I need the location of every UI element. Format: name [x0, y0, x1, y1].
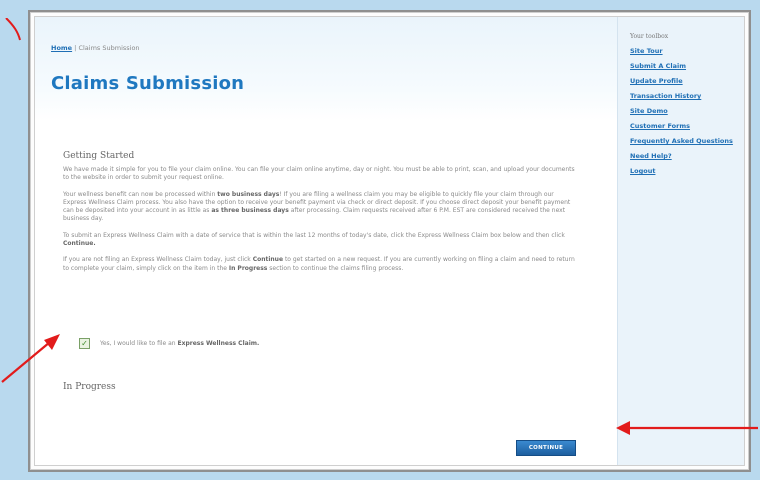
- toolbox-faq-link[interactable]: Frequently Asked Questions: [630, 137, 748, 146]
- express-text-b: Continue.: [63, 240, 96, 248]
- toolbox-list: Site Tour Submit A Claim Update Profile …: [630, 47, 748, 183]
- continue-text-a: If you are not filing an Express Wellnes…: [63, 256, 253, 264]
- continue-text-b: Continue: [252, 256, 284, 264]
- toolbox-title: Your toolbox: [630, 33, 669, 40]
- toolbox-logout-link[interactable]: Logout: [630, 167, 748, 176]
- getting-started-section: Getting Started We have made it simple f…: [63, 151, 575, 281]
- toolbox-need-help-link[interactable]: Need Help?: [630, 152, 748, 161]
- in-progress-heading: In Progress: [63, 382, 116, 392]
- arrow-top-left-icon: [5, 18, 21, 41]
- express-label-b: Express Wellness Claim.: [177, 340, 260, 347]
- toolbox-site-tour-link[interactable]: Site Tour: [630, 47, 748, 56]
- browser-frame: Home | Claims Submission Claims Submissi…: [28, 10, 751, 472]
- toolbox-submit-claim-link[interactable]: Submit A Claim: [630, 62, 748, 71]
- toolbox-site-demo-link[interactable]: Site Demo: [630, 107, 748, 116]
- header-band: [35, 17, 617, 121]
- wellness-text-d: as three business days: [211, 207, 289, 215]
- toolbox-update-profile-link[interactable]: Update Profile: [630, 77, 748, 86]
- intro-paragraph: We have made it simple for you to file y…: [63, 166, 575, 182]
- express-text-a: To submit an Express Wellness Claim with…: [63, 231, 565, 239]
- express-label-a: Yes, I would like to file an: [100, 340, 178, 347]
- page-container: Home | Claims Submission Claims Submissi…: [34, 16, 745, 466]
- continue-text-d: In Progress: [228, 264, 268, 272]
- wellness-text-a: Your wellness benefit can now be process…: [63, 190, 218, 198]
- main-content: Home | Claims Submission Claims Submissi…: [35, 17, 617, 465]
- toolbox-transaction-history-link[interactable]: Transaction History: [630, 92, 748, 101]
- breadcrumb-separator: |: [74, 44, 77, 52]
- continue-instructions-paragraph: If you are not filing an Express Wellnes…: [63, 256, 575, 273]
- express-instructions-paragraph: To submit an Express Wellness Claim with…: [63, 232, 575, 249]
- checkmark-icon: ✓: [81, 338, 88, 348]
- toolbox-sidebar: Your toolbox Site Tour Submit A Claim Up…: [617, 17, 744, 465]
- express-claim-option: ✓ Yes, I would like to file an Express W…: [79, 338, 259, 349]
- breadcrumb-current: Claims Submission: [78, 44, 140, 52]
- breadcrumb-home-link[interactable]: Home: [51, 44, 72, 52]
- toolbox-customer-forms-link[interactable]: Customer Forms: [630, 122, 748, 131]
- express-claim-label[interactable]: Yes, I would like to file an Express Wel…: [100, 340, 259, 347]
- page-title: Claims Submission: [51, 73, 245, 94]
- continue-button[interactable]: CONTINUE: [516, 440, 576, 456]
- breadcrumb: Home | Claims Submission: [51, 44, 140, 52]
- wellness-paragraph: Your wellness benefit can now be process…: [63, 191, 575, 224]
- express-claim-checkbox[interactable]: ✓: [79, 338, 90, 349]
- continue-text-e: section to continue the claims filing pr…: [267, 264, 404, 272]
- getting-started-heading: Getting Started: [63, 151, 135, 161]
- wellness-text-b: two business days: [217, 190, 280, 198]
